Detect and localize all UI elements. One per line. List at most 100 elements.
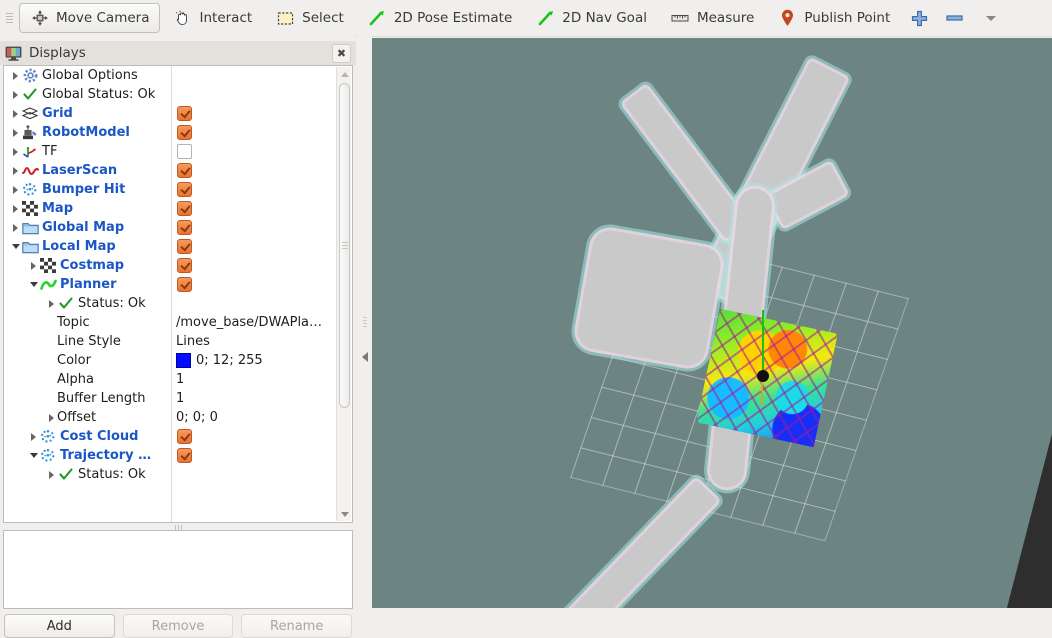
tree-row[interactable]: Line Style Lines xyxy=(4,332,337,351)
expand-arrow-down-icon[interactable] xyxy=(28,275,39,294)
scrollbar-thumb[interactable] xyxy=(339,83,350,408)
color-swatch xyxy=(176,353,191,368)
tree-row[interactable]: Planner xyxy=(4,275,337,294)
display-help-pane xyxy=(3,530,353,609)
tree-row[interactable]: Alpha 1 xyxy=(4,370,337,389)
remove-button[interactable]: Remove xyxy=(122,614,234,638)
expand-arrow-right-icon[interactable] xyxy=(46,408,57,427)
expand-arrow-down-icon[interactable] xyxy=(10,237,21,256)
tree-row-value[interactable]: 1 xyxy=(176,389,184,408)
expand-arrow-right-icon[interactable] xyxy=(10,161,21,180)
toolbar-overflow-button[interactable] xyxy=(972,4,1004,32)
tree-row[interactable]: RobotModel xyxy=(4,123,337,142)
close-icon[interactable]: ✖ xyxy=(332,44,351,63)
tool-publish-point[interactable]: Publish Point xyxy=(767,3,901,33)
tool-interact-label: Interact xyxy=(199,10,253,26)
tree-row[interactable]: TF xyxy=(4,142,337,161)
tree-row-value[interactable]: 0; 12; 255 xyxy=(176,351,263,370)
toolbar-grip[interactable] xyxy=(2,7,16,29)
tree-row-value[interactable]: Lines xyxy=(176,332,210,351)
rename-button[interactable]: Rename xyxy=(241,614,353,638)
tree-row-value-text: 1 xyxy=(176,391,185,406)
pointcloud-icon xyxy=(39,428,57,445)
tree-row[interactable]: Status: Ok xyxy=(4,465,337,484)
tree-row[interactable]: Bumper Hit xyxy=(4,180,337,199)
tool-2d-nav-goal[interactable]: 2D Nav Goal xyxy=(525,3,658,33)
dock-view-splitter[interactable] xyxy=(358,36,372,608)
visibility-checkbox[interactable] xyxy=(177,448,192,463)
tree-row-label: Global Options xyxy=(42,68,138,83)
pointcloud-icon xyxy=(21,181,39,198)
tree-row[interactable]: Status: Ok xyxy=(4,294,337,313)
visibility-checkbox[interactable] xyxy=(177,201,192,216)
displays-title: Displays xyxy=(29,45,86,61)
hand-icon xyxy=(173,9,192,28)
expand-arrow-right-icon[interactable] xyxy=(10,180,21,199)
tree-row-value[interactable]: 0; 0; 0 xyxy=(176,408,218,427)
expand-arrow-right-icon[interactable] xyxy=(10,85,21,104)
tree-row-label: RobotModel xyxy=(42,125,130,140)
add-button[interactable]: Add xyxy=(4,614,115,638)
tree-row-label: Buffer Length xyxy=(57,391,146,406)
splitter-grip xyxy=(363,317,367,327)
tree-row[interactable]: Grid xyxy=(4,104,337,123)
expand-arrow-right-icon[interactable] xyxy=(10,142,21,161)
tree-row[interactable]: Color 0; 12; 255 xyxy=(4,351,337,370)
tree-row[interactable]: Topic/move_base/DWAPla… xyxy=(4,313,337,332)
expand-spacer xyxy=(46,370,57,389)
tree-row[interactable]: Global Status: Ok xyxy=(4,85,337,104)
displays-tree[interactable]: Global Options Global Status: Ok Grid Robot… xyxy=(3,65,353,523)
visibility-checkbox[interactable] xyxy=(177,277,192,292)
tool-2d-pose-estimate[interactable]: 2D Pose Estimate xyxy=(357,3,523,33)
add-button-label: Add xyxy=(46,618,72,634)
expand-arrow-right-icon[interactable] xyxy=(46,294,57,313)
tool-measure[interactable]: Measure xyxy=(660,3,765,33)
visibility-checkbox[interactable] xyxy=(177,182,192,197)
visibility-checkbox[interactable] xyxy=(177,258,192,273)
expand-arrow-right-icon[interactable] xyxy=(10,104,21,123)
tool-interact[interactable]: Interact xyxy=(162,3,263,33)
tree-row[interactable]: Trajectory … xyxy=(4,446,337,465)
collapse-arrow-icon[interactable] xyxy=(362,352,368,362)
check-icon xyxy=(57,295,75,312)
tree-row[interactable]: Global Map xyxy=(4,218,337,237)
visibility-checkbox[interactable] xyxy=(177,429,192,444)
displays-tree-scrollbar[interactable] xyxy=(336,67,351,521)
tree-row-value[interactable]: /move_base/DWAPla… xyxy=(176,313,322,332)
visibility-checkbox[interactable] xyxy=(177,125,192,140)
tree-row-label: Trajectory … xyxy=(60,448,152,463)
tool-select[interactable]: Select xyxy=(265,3,355,33)
tool-move-camera[interactable]: Move Camera xyxy=(19,3,161,33)
visibility-checkbox[interactable] xyxy=(177,163,192,178)
expand-arrow-down-icon[interactable] xyxy=(28,446,39,465)
expand-arrow-right-icon[interactable] xyxy=(10,123,21,142)
visibility-checkbox[interactable] xyxy=(177,239,192,254)
tree-row[interactable]: Local Map xyxy=(4,237,337,256)
scroll-up-arrow-icon[interactable] xyxy=(337,67,352,81)
expand-arrow-right-icon[interactable] xyxy=(46,465,57,484)
expand-arrow-right-icon[interactable] xyxy=(10,199,21,218)
visibility-checkbox[interactable] xyxy=(177,144,192,159)
render-viewport[interactable] xyxy=(372,38,1052,608)
expand-arrow-right-icon[interactable] xyxy=(10,66,21,85)
map-grid-icon xyxy=(21,200,39,217)
expand-arrow-right-icon[interactable] xyxy=(28,427,39,446)
visibility-checkbox[interactable] xyxy=(177,106,192,121)
scroll-down-arrow-icon[interactable] xyxy=(337,507,352,521)
tool-publish-point-label: Publish Point xyxy=(804,10,891,26)
visibility-checkbox[interactable] xyxy=(177,220,192,235)
check-icon xyxy=(57,466,75,483)
tree-row[interactable]: Map xyxy=(4,199,337,218)
add-tool-button[interactable] xyxy=(902,4,937,32)
tree-row-value-text: Lines xyxy=(176,334,210,349)
remove-tool-button[interactable] xyxy=(937,4,972,32)
expand-arrow-right-icon[interactable] xyxy=(10,218,21,237)
tree-row[interactable]: Offset 0; 0; 0 xyxy=(4,408,337,427)
expand-arrow-right-icon[interactable] xyxy=(28,256,39,275)
tree-row[interactable]: Global Options xyxy=(4,66,337,85)
tree-row[interactable]: Cost Cloud xyxy=(4,427,337,446)
tree-row[interactable]: Buffer Length 1 xyxy=(4,389,337,408)
tree-row-value[interactable]: 1 xyxy=(176,370,184,389)
tree-row[interactable]: LaserScan xyxy=(4,161,337,180)
tree-row[interactable]: Costmap xyxy=(4,256,337,275)
